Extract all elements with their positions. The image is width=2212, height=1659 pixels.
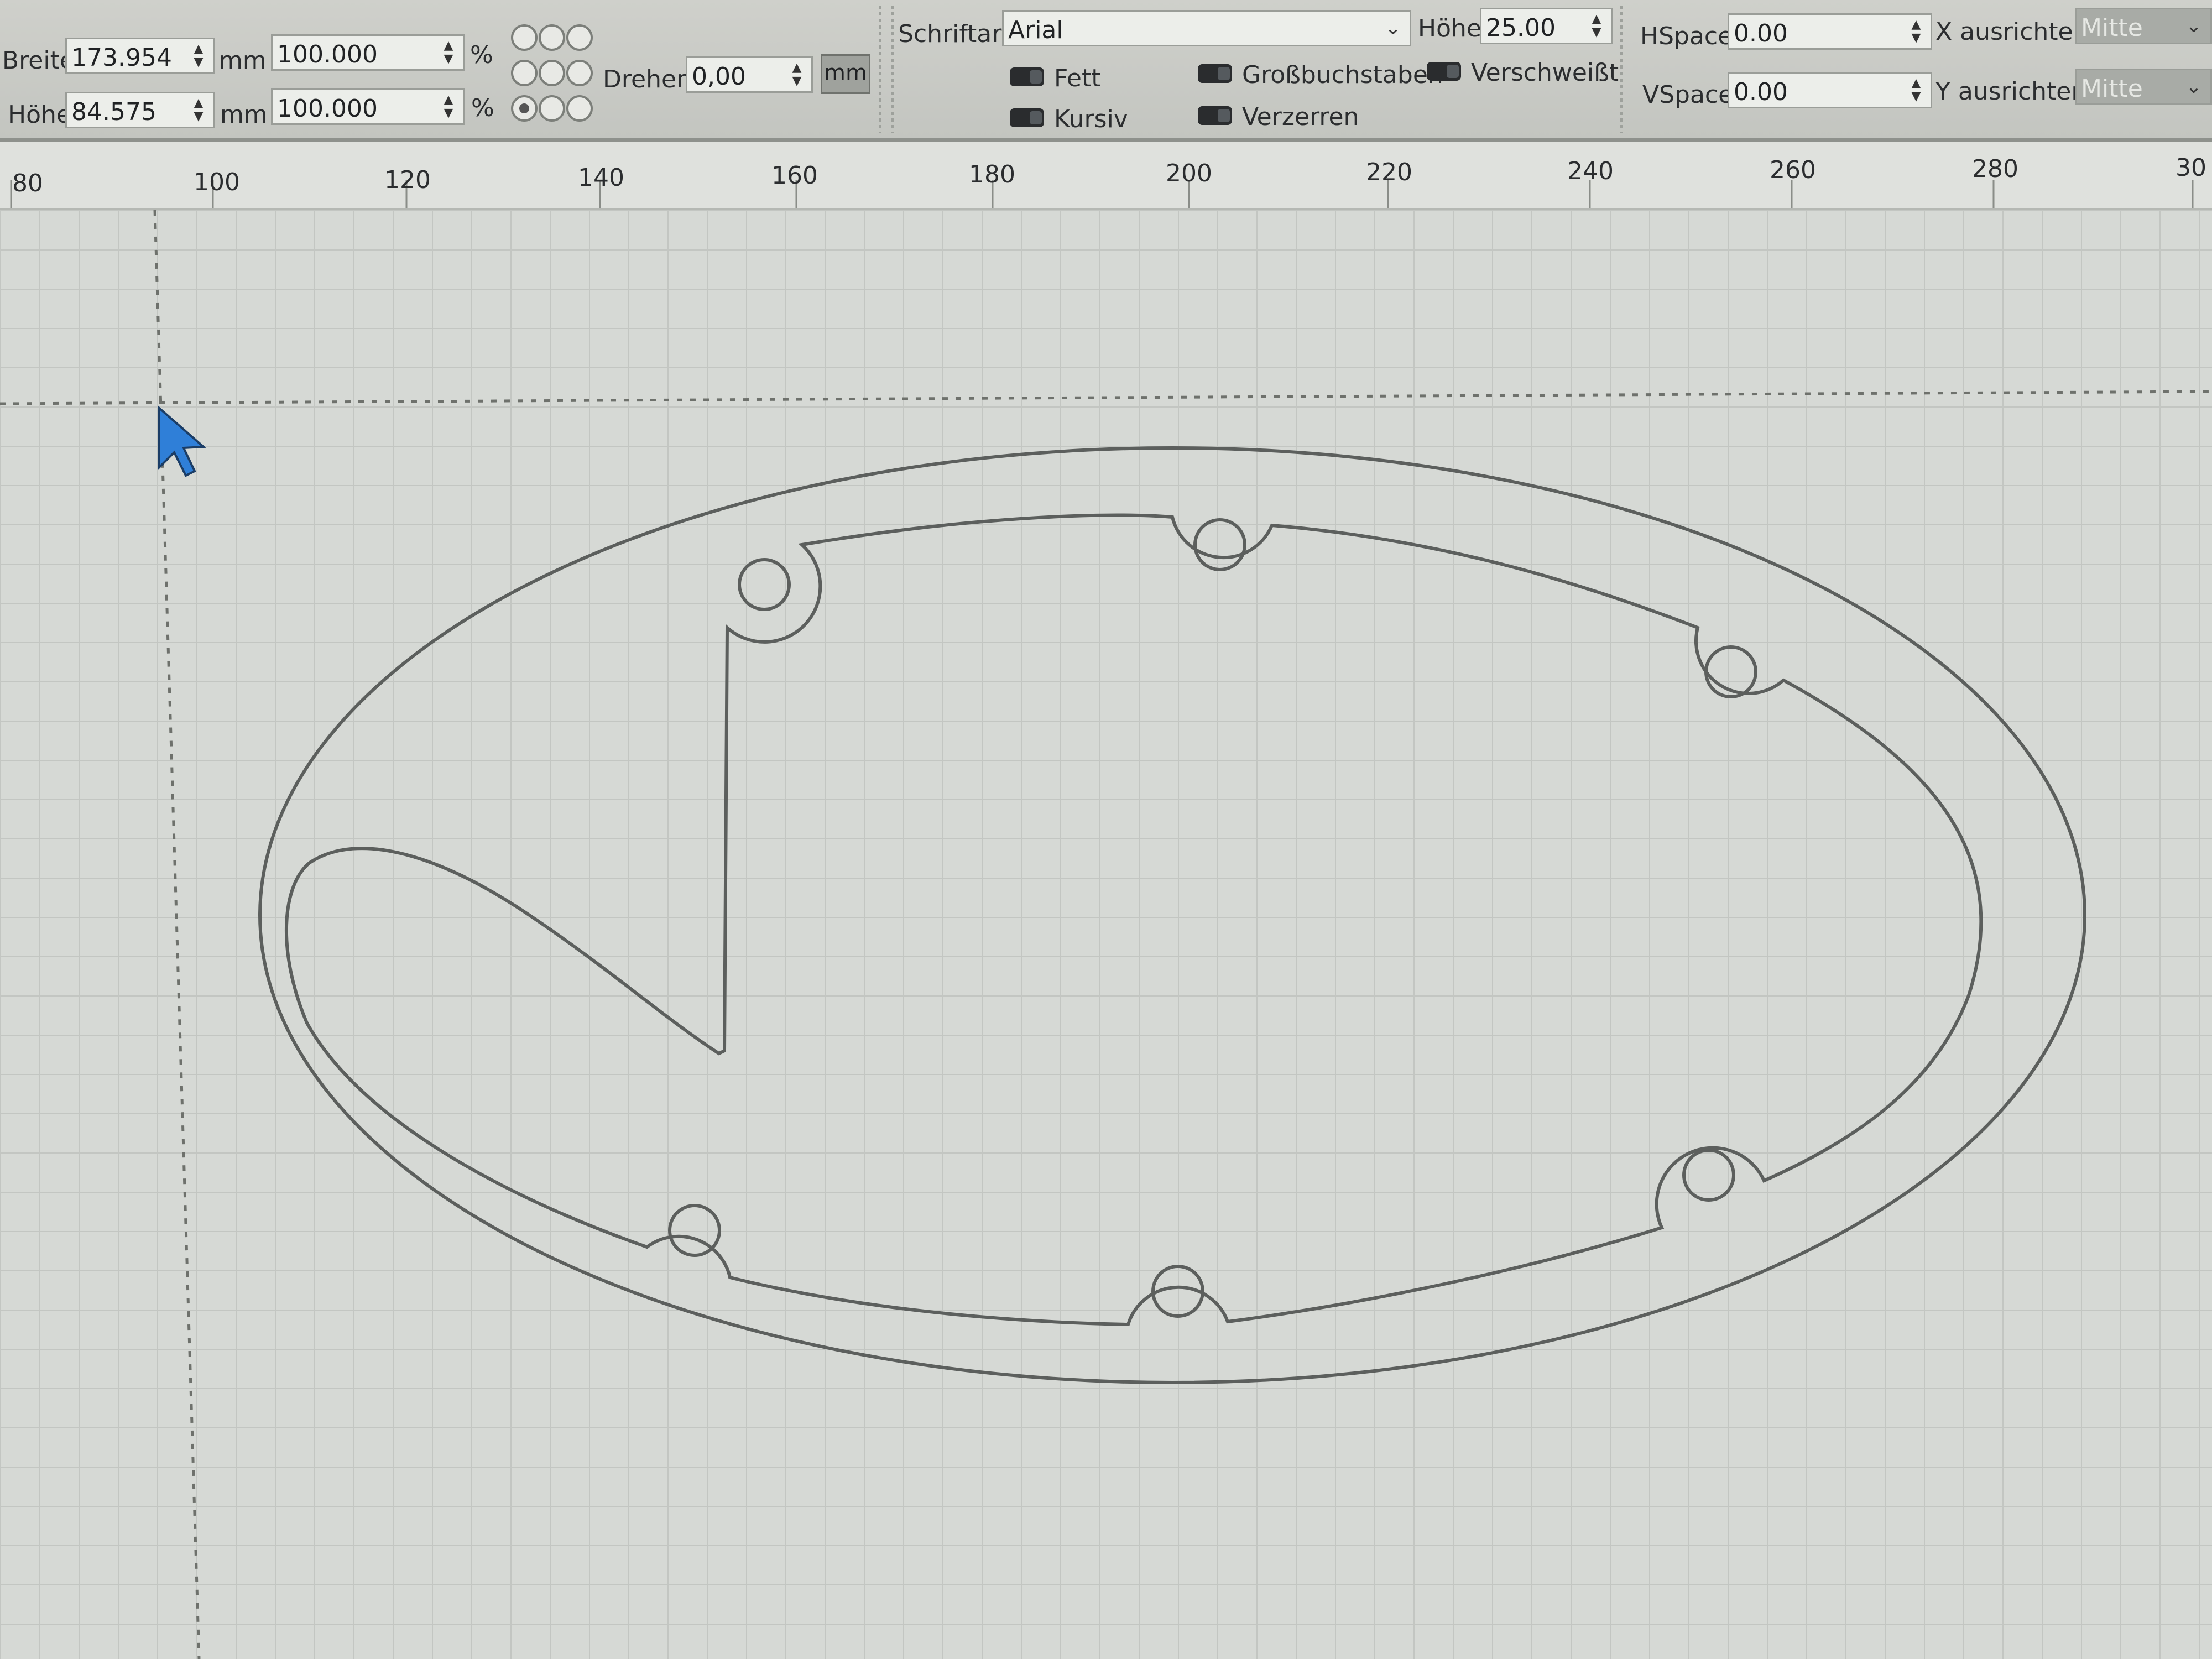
verschweisst-label: Verschweißt (1471, 59, 1619, 87)
text-hoehe-spin-icon[interactable]: ▲ ▼ (1585, 13, 1608, 40)
chevron-down-icon: ⌄ (2185, 76, 2202, 98)
y-ausrichten-label: Y ausrichten (1936, 77, 2087, 106)
x-ausrichten-select[interactable]: Mitte ⌄ (2075, 8, 2212, 44)
vspace-spin-icon[interactable]: ▲ ▼ (1905, 77, 1927, 105)
ruler-tick-label: 260 (1770, 156, 1816, 184)
scale-width-input[interactable]: 100.000 ▲ ▼ (271, 34, 465, 71)
anchor-middle-left[interactable] (511, 60, 538, 86)
inner-cutout-shape[interactable] (284, 513, 1983, 1327)
unit-toggle-button[interactable]: mm (821, 54, 870, 94)
hspace-input[interactable]: 0.00 ▲ ▼ (1728, 13, 1932, 50)
verzerren-label: Verzerren (1242, 103, 1359, 131)
scale-height-input[interactable]: 100.000 ▲ ▼ (271, 88, 465, 125)
scale-height-value: 100.000 (277, 95, 378, 123)
breite-spin-icon[interactable]: ▲ ▼ (187, 43, 210, 70)
scale-width-spin-icon[interactable]: ▲ ▼ (437, 39, 460, 67)
guide-line-horizontal (0, 390, 2212, 405)
breite-value: 173.954 (71, 44, 172, 72)
hoehe-unit: mm (220, 101, 268, 129)
hoehe-value: 84.575 (71, 98, 156, 126)
hspace-value: 0.00 (1734, 19, 1788, 48)
hspace-spin-icon[interactable]: ▲ ▼ (1905, 18, 1927, 46)
chevron-down-icon: ⌄ (1385, 17, 1401, 39)
hoehe-input[interactable]: 84.575 ▲ ▼ (65, 92, 215, 128)
scale-width-percent: % (470, 41, 493, 69)
ruler-tick-label: 220 (1366, 158, 1412, 186)
ruler-tick-label: 200 (1166, 159, 1212, 187)
drehen-label: Drehen (603, 65, 692, 93)
scale-height-spin-icon[interactable]: ▲ ▼ (437, 93, 460, 121)
schriftart-select[interactable]: Arial ⌄ (1002, 10, 1411, 46)
ruler-tick-label: 30 (2176, 154, 2206, 182)
kursiv-label: Kursiv (1054, 105, 1128, 133)
y-ausrichten-value: Mitte (2081, 75, 2143, 103)
hoehe-label: Höhe (8, 101, 71, 129)
vspace-input[interactable]: 0.00 ▲ ▼ (1728, 72, 1932, 108)
anchor-top-right[interactable] (566, 24, 593, 51)
x-ausrichten-value: Mitte (2081, 14, 2143, 42)
bolt-hole[interactable] (738, 558, 791, 611)
anchor-top-left[interactable] (511, 24, 538, 51)
toolbar-separator (879, 6, 881, 133)
grossbuchstaben-label: Großbuchstaben (1242, 61, 1443, 89)
horizontal-ruler: 80 100 120 140 160 180 200 220 240 260 2… (0, 142, 2212, 210)
schriftart-label: Schriftart (898, 20, 1011, 48)
hoehe-spin-icon[interactable]: ▲ ▼ (187, 97, 210, 124)
verzerren-toggle[interactable] (1198, 106, 1232, 125)
ruler-tick-label: 240 (1567, 157, 1614, 185)
breite-input[interactable]: 173.954 ▲ ▼ (65, 38, 215, 74)
bolt-hole[interactable] (1193, 518, 1246, 571)
fett-toggle[interactable] (1010, 67, 1044, 86)
anchor-bottom-right[interactable] (566, 95, 593, 122)
anchor-bottom-center[interactable] (539, 95, 565, 122)
anchor-center[interactable] (539, 60, 565, 86)
text-hoehe-input[interactable]: 25.00 ▲ ▼ (1480, 8, 1613, 44)
vspace-value: 0.00 (1734, 78, 1788, 106)
canvas-drawing (0, 210, 2212, 1659)
kursiv-toggle[interactable] (1010, 108, 1044, 127)
ruler-tick-label: 140 (578, 164, 624, 192)
breite-unit: mm (219, 46, 267, 75)
x-ausrichten-label: X ausrichten (1936, 18, 2089, 46)
anchor-bottom-left[interactable] (511, 95, 538, 122)
ruler-tick-label: 280 (1972, 155, 2018, 183)
ruler-ticks (10, 180, 2194, 208)
anchor-top-center[interactable] (539, 24, 565, 51)
toolbar-separator (1620, 6, 1623, 133)
scale-height-percent: % (471, 94, 494, 122)
ruler-tick-label: 180 (969, 160, 1015, 189)
ruler-tick-label: 120 (384, 166, 431, 194)
fett-label: Fett (1054, 64, 1101, 92)
drehen-input[interactable]: 0,00 ▲ ▼ (686, 56, 813, 93)
chevron-down-icon: ⌄ (2185, 15, 2202, 37)
breite-label: Breite (2, 46, 75, 75)
drehen-spin-icon[interactable]: ▲ ▼ (786, 61, 808, 89)
ruler-tick-label: 100 (194, 168, 240, 196)
drawing-canvas[interactable] (0, 210, 2212, 1659)
bolt-hole[interactable] (668, 1204, 721, 1257)
bolt-hole[interactable] (1682, 1149, 1735, 1202)
grossbuchstaben-toggle[interactable] (1198, 64, 1232, 83)
ruler-tick-label: 160 (771, 161, 818, 190)
anchor-middle-right[interactable] (566, 60, 593, 86)
ruler-tick-label: 80 (12, 169, 43, 197)
mouse-pointer-icon (158, 405, 207, 477)
hspace-label: HSpace (1640, 22, 1733, 50)
schriftart-value: Arial (1008, 16, 1063, 44)
text-hoehe-label: Höhe (1418, 14, 1481, 43)
verschweisst-toggle[interactable] (1427, 62, 1461, 81)
toolbar: Breite 173.954 ▲ ▼ mm Höhe 84.575 ▲ ▼ mm 1… (0, 0, 2212, 142)
vspace-label: VSpace (1642, 81, 1734, 109)
y-ausrichten-select[interactable]: Mitte ⌄ (2075, 69, 2212, 105)
scale-width-value: 100.000 (277, 40, 378, 69)
text-hoehe-value: 25.00 (1486, 14, 1556, 42)
drehen-value: 0,00 (692, 62, 746, 91)
outer-ellipse-shape[interactable] (258, 446, 2086, 1384)
toolbar-separator (891, 6, 894, 133)
anchor-grid (509, 20, 597, 131)
